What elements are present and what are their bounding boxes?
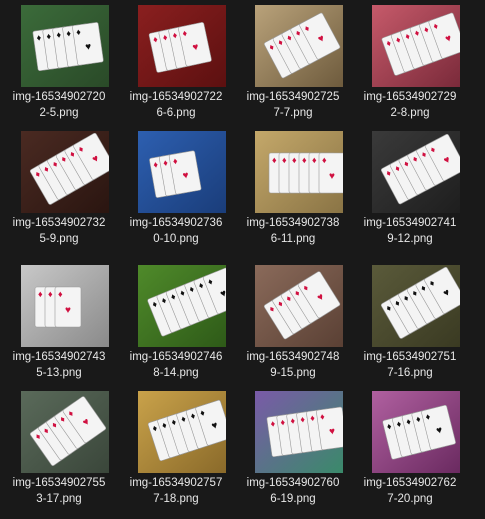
file-item[interactable]: ♦♥♦♥♦♥♦♥♦♥ img-16534902755 3-17.png bbox=[0, 386, 118, 512]
file-item[interactable]: ♦♥♦♥♦♥ img-16534902743 5-13.png bbox=[0, 260, 118, 386]
file-name-line1: img-16534902743 bbox=[12, 351, 106, 363]
file-name: img-16534902755 3-17.png bbox=[0, 475, 118, 507]
file-name-line2: 9-15.png bbox=[270, 367, 316, 379]
svg-text:♦: ♦ bbox=[272, 155, 277, 165]
file-item[interactable]: ♦♥♦♥♦♥♦♥♦♥♦♥ img-16534902738 6-11.png bbox=[234, 126, 352, 252]
image-thumbnail-icon: ♦♥♦♥♦♥♦♥♦♥♦♥ bbox=[372, 265, 460, 347]
file-name-line2: 6-11.png bbox=[270, 233, 316, 245]
svg-text:♥: ♥ bbox=[329, 171, 335, 182]
file-name: img-16534902738 6-11.png bbox=[234, 215, 352, 247]
file-name-line1: img-16534902757 bbox=[129, 477, 223, 489]
svg-text:♦: ♦ bbox=[38, 289, 43, 299]
file-name-line1: img-16534902732 bbox=[12, 217, 106, 229]
svg-text:♥: ♥ bbox=[65, 305, 71, 316]
image-thumbnail-icon: ♦♥♦♥♦♥ bbox=[138, 131, 226, 213]
file-name-line2: 6-6.png bbox=[156, 107, 196, 119]
file-name-line1: img-16534902748 bbox=[246, 351, 340, 363]
image-thumbnail-icon: ♦♥♦♥♦♥♦♥ bbox=[138, 5, 226, 87]
file-name-line1: img-16534902722 bbox=[129, 91, 223, 103]
file-name: img-16534902743 5-13.png bbox=[0, 349, 118, 381]
file-name-line1: img-16534902746 bbox=[129, 351, 223, 363]
image-thumbnail-icon: ♦♥♦♥♦♥♦♥♦♥ bbox=[21, 5, 109, 87]
file-name-line2: 2-8.png bbox=[390, 107, 430, 119]
image-thumbnail-icon: ♦♥♦♥♦♥♦♥♦♥♦♥ bbox=[255, 391, 343, 473]
file-item[interactable]: ♦♥♦♥♦♥♦♥♦♥♦♥ img-16534902732 5-9.png bbox=[0, 126, 118, 252]
file-name: img-16534902760 6-19.png bbox=[234, 475, 352, 507]
file-name-line1: img-16534902738 bbox=[246, 217, 340, 229]
file-name: img-16534902746 8-14.png bbox=[117, 349, 235, 381]
file-name-line1: img-16534902736 bbox=[129, 217, 223, 229]
file-name-line2: 2-5.png bbox=[39, 107, 79, 119]
file-name-line1: img-16534902729 bbox=[363, 91, 457, 103]
file-name-line1: img-16534902751 bbox=[363, 351, 457, 363]
file-name-line2: 7-20.png bbox=[387, 493, 433, 505]
file-item[interactable]: ♦♥♦♥♦♥♦♥♦♥ img-16534902725 7-7.png bbox=[234, 0, 352, 126]
file-item[interactable]: ♦♥♦♥♦♥♦♥♦♥♦♥♦♥ img-16534902746 8-14.png bbox=[117, 260, 235, 386]
file-grid: ♦♥♦♥♦♥♦♥♦♥img-165349027202-5.png♦♥♦♥♦♥♦♥… bbox=[0, 0, 485, 519]
svg-text:♦: ♦ bbox=[322, 155, 327, 165]
image-thumbnail-icon: ♦♥♦♥♦♥♦♥♦♥♦♥ bbox=[372, 131, 460, 213]
image-thumbnail-icon: ♦♥♦♥♦♥♦♥♦♥ bbox=[255, 5, 343, 87]
file-name-line2: 8-14.png bbox=[153, 367, 199, 379]
svg-text:♦: ♦ bbox=[302, 155, 307, 165]
file-item[interactable]: ♦♥♦♥♦♥♦♥♦♥♦♥ img-16534902751 7-16.png bbox=[351, 260, 469, 386]
file-name: img-16534902751 7-16.png bbox=[351, 349, 469, 381]
file-name-line2: 3-17.png bbox=[36, 493, 82, 505]
file-item[interactable]: ♦♥♦♥♦♥♦♥♦♥♦♥ img-16534902760 6-19.png bbox=[234, 386, 352, 512]
file-name: img-16534902729 2-8.png bbox=[351, 89, 469, 121]
svg-text:♦: ♦ bbox=[48, 289, 53, 299]
file-name: img-16534902722 6-6.png bbox=[117, 89, 235, 121]
image-thumbnail-icon: ♦♥♦♥♦♥♦♥♦♥♦♥ bbox=[138, 391, 226, 473]
file-item[interactable]: ♦♥♦♥♦♥♦♥♦♥ img-16534902748 9-15.png bbox=[234, 260, 352, 386]
file-item[interactable]: ♦♥♦♥♦♥ img-16534902736 0-10.png bbox=[117, 126, 235, 252]
file-name-line1: img-16534902760 bbox=[246, 477, 340, 489]
file-item[interactable]: ♦♥♦♥♦♥♦♥♦♥♦♥ img-16534902757 7-18.png bbox=[117, 386, 235, 512]
file-name: img-16534902720 2-5.png bbox=[0, 89, 118, 121]
image-thumbnail-icon: ♦♥♦♥♦♥♦♥♦♥♦♥ bbox=[372, 5, 460, 87]
file-name-line1: img-16534902755 bbox=[12, 477, 106, 489]
file-name-line1: img-16534902720 bbox=[12, 91, 106, 103]
image-thumbnail-icon: ♦♥♦♥♦♥♦♥♦♥♦♥ bbox=[21, 131, 109, 213]
image-thumbnail-icon: ♦♥♦♥♦♥♦♥♦♥ bbox=[372, 391, 460, 473]
file-item[interactable]: ♦♥♦♥♦♥♦♥♦♥♦♥ img-16534902729 2-8.png bbox=[351, 0, 469, 126]
image-thumbnail-icon: ♦♥♦♥♦♥♦♥♦♥ bbox=[21, 391, 109, 473]
file-name-line1: img-16534902725 bbox=[246, 91, 340, 103]
file-name-line2: 7-7.png bbox=[273, 107, 313, 119]
file-name: img-16534902736 0-10.png bbox=[117, 215, 235, 247]
file-item[interactable]: ♦♥♦♥♦♥♦♥♦♥♦♥ img-16534902741 9-12.png bbox=[351, 126, 469, 252]
file-name-line2: 0-10.png bbox=[153, 233, 199, 245]
file-name: img-16534902741 9-12.png bbox=[351, 215, 469, 247]
file-name-line1: img-16534902741 bbox=[363, 217, 457, 229]
file-name-line2: 5-13.png bbox=[36, 367, 82, 379]
svg-text:♦: ♦ bbox=[312, 155, 317, 165]
file-item[interactable]: ♦♥♦♥♦♥♦♥ img-16534902722 6-6.png bbox=[117, 0, 235, 126]
file-name-line2: 9-12.png bbox=[387, 233, 433, 245]
file-name: img-16534902732 5-9.png bbox=[0, 215, 118, 247]
image-thumbnail-icon: ♦♥♦♥♦♥♦♥♦♥ bbox=[255, 265, 343, 347]
svg-text:♦: ♦ bbox=[282, 155, 287, 165]
svg-text:♦: ♦ bbox=[58, 289, 63, 299]
image-thumbnail-icon: ♦♥♦♥♦♥♦♥♦♥♦♥ bbox=[255, 131, 343, 213]
file-name: img-16534902762 7-20.png bbox=[351, 475, 469, 507]
file-item[interactable]: ♦♥♦♥♦♥♦♥♦♥ img-16534902720 2-5.png bbox=[0, 0, 118, 126]
svg-text:♦: ♦ bbox=[292, 155, 297, 165]
file-name: img-16534902748 9-15.png bbox=[234, 349, 352, 381]
file-name: img-16534902725 7-7.png bbox=[234, 89, 352, 121]
file-name-line2: 7-18.png bbox=[153, 493, 199, 505]
file-name-line2: 5-9.png bbox=[39, 233, 79, 245]
file-name-line2: 6-19.png bbox=[270, 493, 316, 505]
image-thumbnail-icon: ♦♥♦♥♦♥♦♥♦♥♦♥♦♥ bbox=[138, 265, 226, 347]
file-item[interactable]: ♦♥♦♥♦♥♦♥♦♥ img-16534902762 7-20.png bbox=[351, 386, 469, 512]
image-thumbnail-icon: ♦♥♦♥♦♥ bbox=[21, 265, 109, 347]
file-name-line1: img-16534902762 bbox=[363, 477, 457, 489]
file-name: img-16534902757 7-18.png bbox=[117, 475, 235, 507]
file-name-line2: 7-16.png bbox=[387, 367, 433, 379]
